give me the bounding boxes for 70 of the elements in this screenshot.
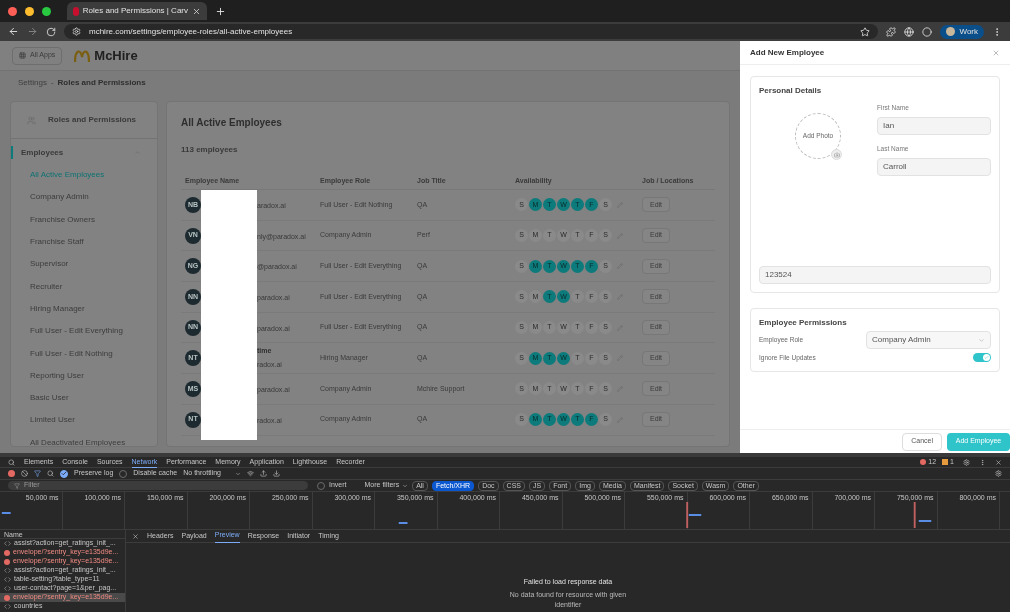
sidebar-item[interactable]: Hiring Manager (11, 297, 157, 321)
tab-title: Roles and Permissions | Carv (82, 5, 188, 17)
reload-icon[interactable] (46, 26, 56, 37)
export-icon[interactable] (273, 470, 280, 477)
settings-icon[interactable] (995, 470, 1002, 477)
close-icon[interactable] (132, 532, 139, 540)
forward-icon[interactable] (27, 26, 38, 37)
code-icon (4, 576, 11, 583)
card-title: Employee Permissions (759, 317, 848, 329)
code-icon (4, 585, 11, 592)
browser-tab[interactable]: Roles and Permissions | Carv (67, 2, 207, 20)
checkbox[interactable] (317, 481, 325, 490)
warning-icon (942, 459, 949, 465)
section-header[interactable]: Employees (21, 146, 64, 159)
profile-button[interactable]: Work (940, 24, 984, 39)
grid-icon (19, 52, 26, 59)
check-icon (61, 470, 67, 477)
checkbox[interactable] (119, 469, 128, 478)
extension-icon[interactable] (904, 26, 915, 37)
bookmark-icon[interactable] (860, 26, 871, 37)
first-name-field[interactable]: Ian (877, 116, 991, 135)
site-settings-icon[interactable] (72, 27, 81, 36)
panel-title: All Active Employees (180, 116, 283, 130)
maximize-window-icon[interactable] (42, 6, 51, 16)
filter-icon (14, 482, 20, 489)
new-tab-icon[interactable] (215, 5, 226, 17)
code-icon (4, 567, 11, 574)
sidebar-item[interactable]: Basic User (11, 386, 157, 410)
check-icon (984, 355, 989, 361)
last-name-field[interactable]: Carroll (877, 157, 991, 176)
chevron-down-icon (978, 336, 985, 344)
error-icon (4, 594, 10, 601)
avatar-icon (946, 27, 956, 36)
card-title: Personal Details (759, 85, 823, 97)
brand-name: McHire (94, 46, 138, 65)
extension-icon[interactable] (886, 26, 897, 37)
extension-icon[interactable] (922, 26, 933, 37)
checkbox[interactable] (60, 469, 68, 478)
url-text: mchire.com/settings/employee-roles/all-active-employees (89, 25, 293, 38)
sidebar-item[interactable]: Company Admin (11, 186, 157, 209)
drawer-title: Add New Employee (750, 46, 825, 59)
back-icon[interactable] (8, 26, 19, 37)
id-field[interactable]: 123524 (759, 266, 991, 284)
inspect-icon[interactable] (8, 458, 15, 466)
employee-role-select[interactable]: Company Admin (866, 331, 991, 349)
filter-icon[interactable] (34, 470, 41, 477)
record-icon[interactable] (8, 470, 15, 477)
ignore-updates-toggle[interactable] (973, 353, 991, 363)
sidebar-item[interactable]: All Deactivated Employees (11, 431, 157, 446)
minimize-window-icon[interactable] (25, 6, 34, 16)
import-icon[interactable] (260, 470, 267, 477)
code-icon (4, 540, 11, 547)
employee-count: 113 employees (180, 144, 239, 156)
chevron-down-icon (402, 482, 409, 489)
site-logo-icon (73, 6, 79, 16)
error-icon (920, 459, 927, 465)
settings-icon[interactable] (963, 458, 970, 466)
arches-logo-icon (74, 49, 91, 62)
search-icon[interactable] (47, 470, 54, 477)
close-icon[interactable] (995, 458, 1002, 466)
address-bar[interactable]: mchire.com/settings/employee-roles/all-active-employees (64, 24, 879, 39)
chevron-down-icon (235, 470, 241, 477)
code-icon (4, 603, 11, 610)
sidebar-title: Roles and Permissions (48, 114, 137, 126)
network-conditions-icon[interactable] (247, 470, 254, 477)
close-icon[interactable] (192, 6, 201, 16)
breadcrumb-separator: - (50, 77, 54, 89)
clear-icon[interactable] (21, 470, 28, 477)
close-window-icon[interactable] (8, 6, 17, 16)
breadcrumb-current: Roles and Permissions (57, 77, 146, 89)
